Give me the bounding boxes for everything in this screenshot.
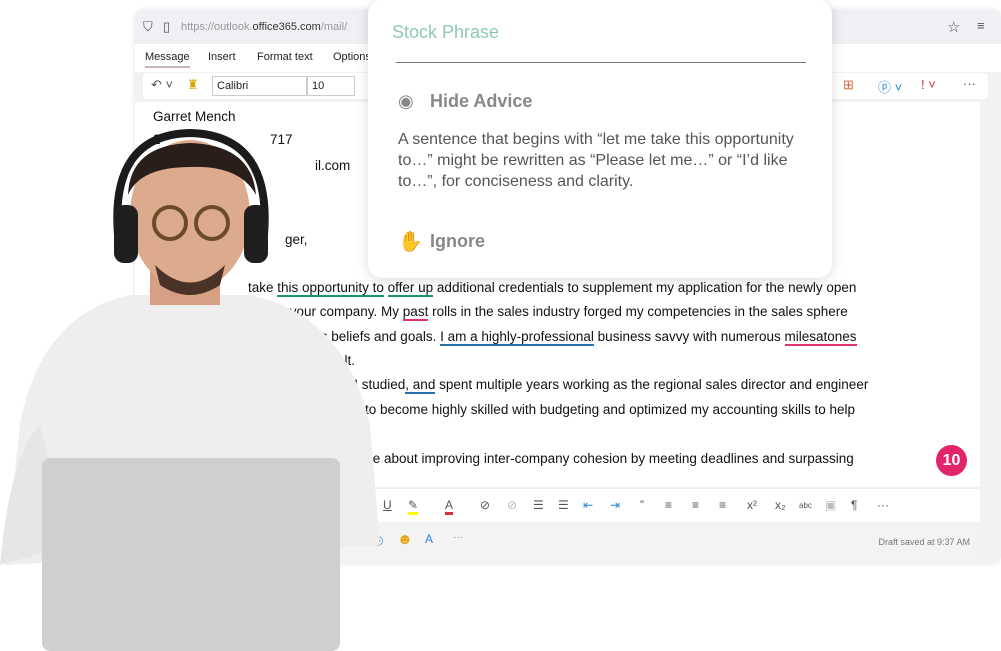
apps-icon[interactable]: ⊞: [843, 77, 854, 93]
text-segment: rolls in the sales industry forged my co…: [428, 304, 848, 319]
email-line: to become highly skilled with budgeting …: [365, 402, 855, 417]
text-segment: to become highly skilled with budgeting …: [365, 402, 856, 417]
ignore-button[interactable]: Ignore: [430, 231, 485, 252]
highlight-icon[interactable]: ✎: [408, 498, 419, 515]
more-options[interactable]: ···: [453, 532, 463, 543]
paragraph-icon[interactable]: ¶: [851, 498, 857, 512]
editor-pen-icon[interactable]: A: [425, 532, 433, 546]
email-line: te about improving inter-company cohesio…: [369, 451, 854, 466]
eye-icon[interactable]: ◉: [398, 91, 414, 112]
draft-status: Draft saved at 9:37 AM: [878, 537, 970, 547]
emoji-icon[interactable]: ☻: [397, 531, 413, 548]
more-format-icon[interactable]: ···: [877, 498, 889, 512]
hand-icon[interactable]: ✋: [398, 229, 423, 254]
page-icon: ▯: [163, 19, 171, 34]
image-icon[interactable]: ▣: [825, 498, 836, 512]
shield-icon[interactable]: ⛉: [143, 19, 153, 35]
tab-message[interactable]: Message: [145, 51, 190, 68]
tab-format-text[interactable]: Format text: [257, 51, 313, 63]
text-segment: business savvy with numerous: [593, 329, 785, 344]
align-right-icon[interactable]: ≡: [719, 498, 726, 512]
more-icon[interactable]: ···: [963, 76, 976, 91]
align-left-icon[interactable]: ≡: [665, 498, 672, 512]
link-icon[interactable]: ⊘: [480, 498, 490, 512]
text-segment: additional credentials to supplement my …: [433, 280, 857, 295]
suggestion-count-badge[interactable]: 10: [936, 445, 967, 476]
flagged-phrase[interactable]: offer up: [387, 280, 434, 297]
hide-advice-button[interactable]: Hide Advice: [430, 91, 532, 112]
font-select[interactable]: Calibri: [212, 76, 307, 96]
superscript-icon[interactable]: x²: [747, 498, 757, 512]
advice-text: A sentence that begins with “let me take…: [398, 131, 794, 190]
divider: [396, 62, 806, 63]
email-line: Garret Mench: [153, 109, 236, 124]
flagged-phrase[interactable]: , and: [405, 377, 436, 394]
text-segment: te about improving inter-company cohesio…: [369, 451, 854, 466]
undo-icon[interactable]: ↶ ˅: [151, 77, 173, 93]
email-line: e I studied, and spent multiple years wo…: [343, 377, 869, 394]
menu-icon[interactable]: ≡: [977, 18, 985, 33]
url[interactable]: https://outlook.office365.com/mail/: [181, 21, 347, 33]
align-center-icon[interactable]: ≡: [692, 498, 699, 512]
strikethrough-icon[interactable]: abc: [799, 501, 812, 510]
flagged-phrase[interactable]: past: [402, 304, 429, 321]
numbering-icon[interactable]: ☰: [558, 498, 569, 512]
text-segment: Garret Mench: [153, 109, 236, 124]
font-color-icon[interactable]: A: [445, 498, 454, 515]
tab-insert[interactable]: Insert: [208, 51, 236, 63]
person-with-laptop-photo: [0, 128, 380, 651]
quote-icon[interactable]: ”: [640, 498, 644, 512]
outdent-icon[interactable]: ⇤: [583, 498, 593, 512]
editor-icon[interactable]: ⓟ ˅: [878, 77, 902, 96]
importance-icon[interactable]: ! ˅: [921, 77, 936, 92]
text-segment: spent multiple years working as the regi…: [435, 377, 869, 392]
advice-card: Stock Phrase ◉ Hide Advice A sentence th…: [368, 0, 832, 278]
bullets-icon[interactable]: ☰: [533, 498, 544, 512]
email-line: ’s beliefs and goals. I am a highly-prof…: [318, 329, 857, 346]
flagged-phrase[interactable]: milesatones: [784, 329, 857, 346]
laptop: [42, 458, 340, 651]
flagged-phrase[interactable]: I am a highly-professional: [440, 329, 594, 346]
indent-icon[interactable]: ⇥: [610, 498, 620, 512]
unlink-icon[interactable]: ⊘: [507, 498, 517, 512]
subscript-icon[interactable]: x₂: [775, 498, 786, 512]
format-painter-icon[interactable]: ♜: [187, 77, 199, 93]
star-icon[interactable]: ☆: [947, 18, 960, 36]
size-select[interactable]: 10: [307, 76, 355, 96]
tab-options[interactable]: Options: [333, 51, 371, 63]
advice-title: Stock Phrase: [392, 22, 500, 42]
